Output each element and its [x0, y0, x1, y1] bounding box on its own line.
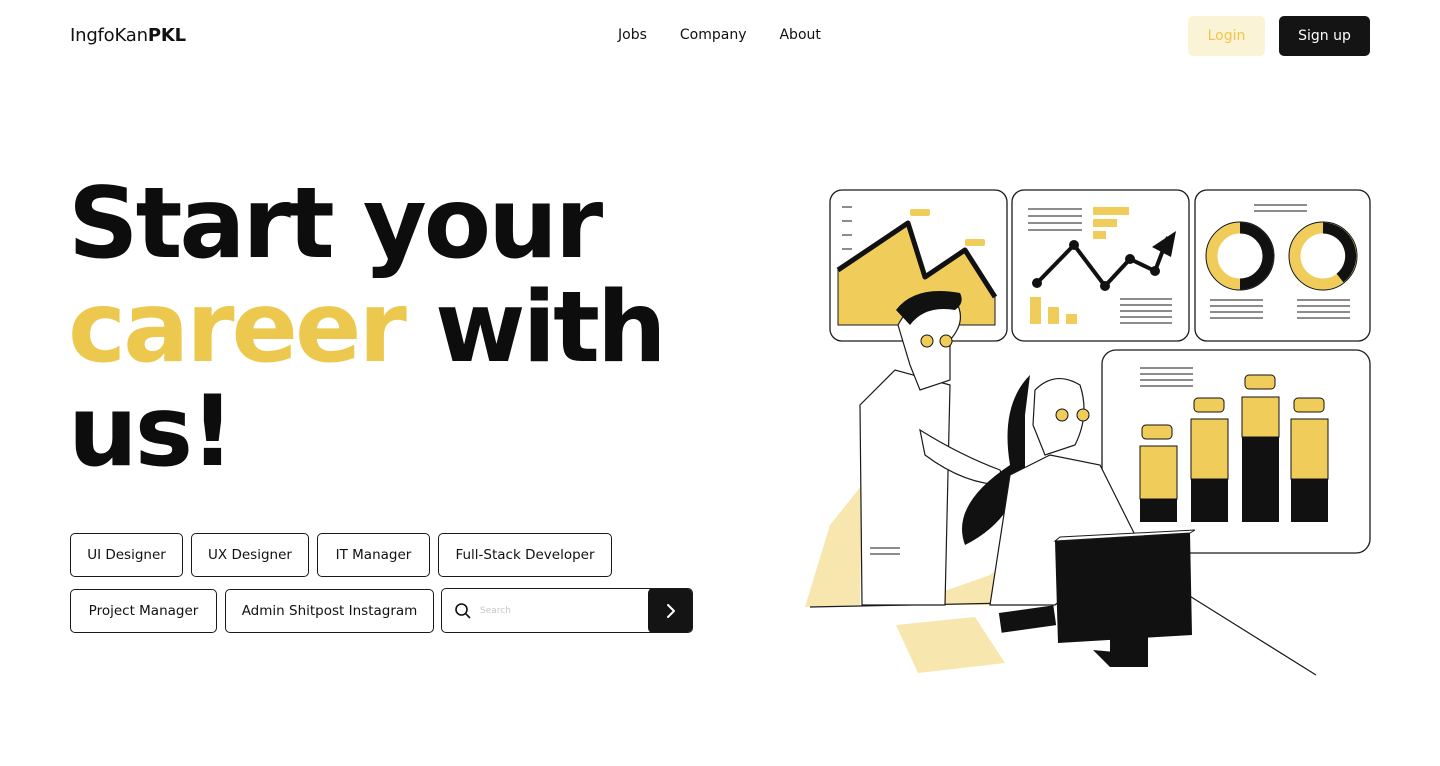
- dashboard-panel-donut-charts: [1194, 189, 1371, 342]
- nav-jobs[interactable]: Jobs: [618, 27, 647, 43]
- hero-line-2-rest: with: [403, 271, 667, 385]
- tag-full-stack-developer[interactable]: Full-Stack Developer: [438, 533, 612, 577]
- hero-illustration: [805, 189, 1371, 676]
- brand-logo[interactable]: IngfoKanPKL: [70, 25, 186, 46]
- hero-line-1: Start your: [68, 167, 603, 281]
- tag-project-manager[interactable]: Project Manager: [70, 589, 217, 633]
- search-input[interactable]: [480, 600, 640, 622]
- main-nav: Jobs Company About: [618, 27, 821, 43]
- tag-ux-designer[interactable]: UX Designer: [191, 533, 309, 577]
- hero-line-3: us!: [68, 375, 235, 489]
- logo-text-regular: IngfoKan: [70, 25, 148, 46]
- login-button[interactable]: Login: [1188, 16, 1265, 56]
- nav-company[interactable]: Company: [680, 27, 747, 43]
- dashboard-panel-bar-chart: [1101, 349, 1371, 554]
- tag-admin-shitpost-instagram[interactable]: Admin Shitpost Instagram: [225, 589, 434, 633]
- signup-button[interactable]: Sign up: [1279, 16, 1370, 56]
- hero-heading: Start your career with us!: [68, 172, 768, 484]
- search-submit-button[interactable]: [648, 589, 692, 632]
- search-box: [441, 588, 693, 633]
- dashboard-panel-line-chart: [1011, 189, 1190, 342]
- hero-accent-word: career: [68, 271, 407, 385]
- tag-ui-designer[interactable]: UI Designer: [70, 533, 183, 577]
- logo-text-bold: PKL: [147, 25, 186, 46]
- search-icon: [455, 603, 471, 619]
- tag-it-manager[interactable]: IT Manager: [317, 533, 430, 577]
- hero-line-2: career with: [68, 276, 768, 380]
- nav-about[interactable]: About: [779, 27, 820, 43]
- chevron-right-icon: [666, 603, 675, 618]
